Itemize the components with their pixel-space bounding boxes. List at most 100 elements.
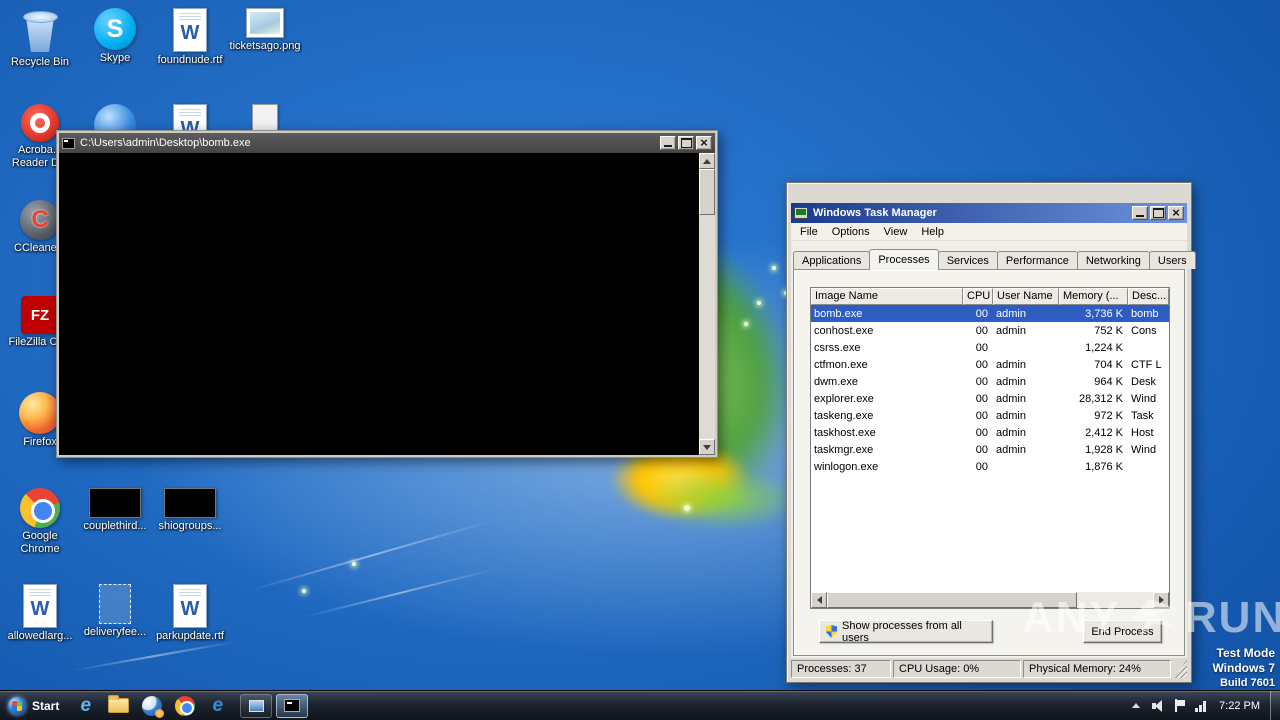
menu-file[interactable]: File — [793, 224, 825, 240]
vscroll-thumb[interactable] — [699, 169, 715, 215]
desktop-icon-label: deliveryfee... — [83, 626, 147, 638]
desktop-icon-couplethird[interactable]: couplethird... — [79, 488, 151, 533]
resize-grip[interactable] — [1173, 660, 1187, 678]
desktop-icon-shiogroups[interactable]: shiogroups... — [154, 488, 226, 533]
acrobat-icon — [21, 104, 59, 142]
test-mode-label: Test Mode Windows 7 Build 7601 — [1212, 646, 1275, 691]
edge-icon: e — [212, 695, 224, 716]
folder-taskbar-button[interactable] — [105, 693, 132, 719]
skype-icon — [94, 8, 136, 50]
hidden-icons-arrow[interactable] — [1132, 703, 1141, 708]
vscroll-track[interactable] — [699, 215, 715, 439]
tab-services[interactable]: Services — [937, 251, 998, 269]
tm-maximize-button[interactable] — [1150, 206, 1166, 220]
cmd-vscrollbar[interactable] — [699, 153, 715, 455]
taskbar-window-button-cmd[interactable] — [276, 693, 309, 718]
cell-image: taskhost.exe — [814, 426, 876, 439]
process-row-bomb.exe[interactable]: bomb.exe 00 admin 3,736 K bomb — [811, 305, 1169, 322]
cmd-close-button[interactable] — [696, 136, 712, 150]
desktop-icon-label: Recycle Bin — [10, 56, 70, 68]
process-row-taskmgr.exe[interactable]: taskmgr.exe 00 admin 1,928 K Wind — [811, 441, 1169, 458]
anyrun-brand-left: ANY — [1022, 593, 1121, 642]
media-player-taskbar-button[interactable] — [138, 693, 165, 719]
volume-icon[interactable] — [1152, 699, 1163, 712]
tab-users[interactable]: Users — [1148, 251, 1196, 269]
cell-memory: 1,876 K — [1085, 460, 1123, 473]
show-desktop-button[interactable] — [1270, 691, 1280, 720]
tm-title-bar[interactable]: Windows Task Manager — [791, 203, 1187, 223]
menu-help[interactable]: Help — [914, 224, 951, 240]
process-row-winlogon.exe[interactable]: winlogon.exe 00 1,876 K — [811, 458, 1169, 475]
desktop-icon-google-chrome[interactable]: Google Chrome — [4, 488, 76, 556]
column-header-c-user[interactable]: User Name — [993, 288, 1059, 305]
menu-options[interactable]: Options — [825, 224, 877, 240]
cell-image: dwm.exe — [814, 375, 859, 388]
start-label: Start — [32, 698, 60, 713]
cmd-window: C:\Users\admin\Desktop\bomb.exe — [56, 130, 718, 458]
scroll-up-button[interactable] — [699, 153, 715, 169]
cell-memory: 752 K — [1094, 324, 1123, 337]
scroll-down-button[interactable] — [699, 439, 715, 455]
desktop-icon-label: Skype — [99, 52, 131, 64]
scroll-left-button[interactable] — [811, 592, 827, 608]
test-mode-line: Test Mode — [1216, 646, 1275, 660]
desktop-icon-ticketsago-png[interactable]: ticketsago.png — [229, 8, 301, 53]
column-header-c-img[interactable]: Image Name — [811, 288, 963, 305]
cell-user: admin — [996, 392, 1026, 405]
ie-taskbar-button[interactable]: e — [72, 693, 99, 719]
cmd-title-bar[interactable]: C:\Users\admin\Desktop\bomb.exe — [59, 133, 715, 153]
desktop-icon-label: couplethird... — [83, 520, 147, 532]
tm-minimize-button[interactable] — [1132, 206, 1148, 220]
cell-cpu: 00 — [975, 443, 988, 456]
desktop-icon-foundnude-rtf[interactable]: foundnude.rtf — [154, 8, 226, 67]
chrome-taskbar-button[interactable] — [171, 693, 198, 719]
action-center-flag-icon[interactable] — [1173, 699, 1186, 712]
screen: Recycle Bin Skype foundnude.rtf ticketsago.… — [0, 0, 1280, 720]
cell-cpu: 00 — [975, 460, 988, 473]
column-header-c-cpu[interactable]: CPU — [963, 288, 993, 305]
tab-applications[interactable]: Applications — [793, 251, 871, 269]
cmd-minimize-button[interactable] — [660, 136, 676, 150]
tab-networking[interactable]: Networking — [1076, 251, 1150, 269]
network-icon[interactable] — [1195, 700, 1207, 712]
process-row-csrss.exe[interactable]: csrss.exe 00 1,224 K — [811, 339, 1169, 356]
desktop-icon-allowedlarg[interactable]: allowedlarg... — [4, 584, 76, 643]
clock[interactable]: 7:22 PM — [1219, 700, 1260, 712]
taskbar-window-button-window[interactable] — [240, 693, 273, 718]
filezilla-icon — [21, 296, 59, 334]
desktop-icon-recycle-bin[interactable]: Recycle Bin — [4, 8, 76, 69]
status-physical-memory: Physical Memory: 24% — [1023, 660, 1171, 678]
menu-view[interactable]: View — [877, 224, 915, 240]
edge-taskbar-button[interactable]: e — [204, 693, 231, 719]
show-all-users-button[interactable]: Show processes from all users — [819, 620, 993, 644]
tab-performance[interactable]: Performance — [996, 251, 1078, 269]
process-row-taskeng.exe[interactable]: taskeng.exe 00 admin 972 K Task — [811, 407, 1169, 424]
desktop-icon-label: Google Chrome — [20, 530, 60, 555]
process-row-explorer.exe[interactable]: explorer.exe 00 admin 28,312 K Wind — [811, 390, 1169, 407]
cell-user: admin — [996, 409, 1026, 422]
tab-processes[interactable]: Processes — [869, 249, 939, 270]
cmd-maximize-button[interactable] — [678, 136, 694, 150]
process-row-dwm.exe[interactable]: dwm.exe 00 admin 964 K Desk — [811, 373, 1169, 390]
desktop-icon-parkupdate-rtf[interactable]: parkupdate.rtf — [154, 584, 226, 643]
cell-desc: Desk — [1131, 375, 1157, 388]
cell-image: csrss.exe — [814, 341, 861, 354]
cell-cpu: 00 — [975, 358, 988, 371]
tm-close-button[interactable] — [1168, 206, 1184, 220]
console-output-area[interactable] — [59, 153, 699, 455]
cell-user: admin — [996, 375, 1026, 388]
status-processes: Processes: 37 — [791, 660, 891, 678]
start-button[interactable]: Start — [0, 691, 69, 720]
process-row-ctfmon.exe[interactable]: ctfmon.exe 00 admin 704 K CTF L — [811, 356, 1169, 373]
ie-icon: e — [80, 695, 92, 716]
desktop-icon-deliveryfee[interactable]: deliveryfee... — [79, 584, 151, 639]
cell-desc: Wind — [1131, 392, 1157, 405]
tm-tabs: Applications Processes Services Performance… — [791, 241, 1196, 270]
column-header-c-desc[interactable]: Desc... — [1128, 288, 1169, 305]
column-header-c-mem[interactable]: Memory (... — [1059, 288, 1128, 305]
desktop-icon-skype[interactable]: Skype — [79, 8, 151, 65]
cell-user: admin — [996, 426, 1026, 439]
process-row-conhost.exe[interactable]: conhost.exe 00 admin 752 K Cons — [811, 322, 1169, 339]
cell-memory: 1,224 K — [1085, 341, 1123, 354]
process-row-taskhost.exe[interactable]: taskhost.exe 00 admin 2,412 K Host — [811, 424, 1169, 441]
